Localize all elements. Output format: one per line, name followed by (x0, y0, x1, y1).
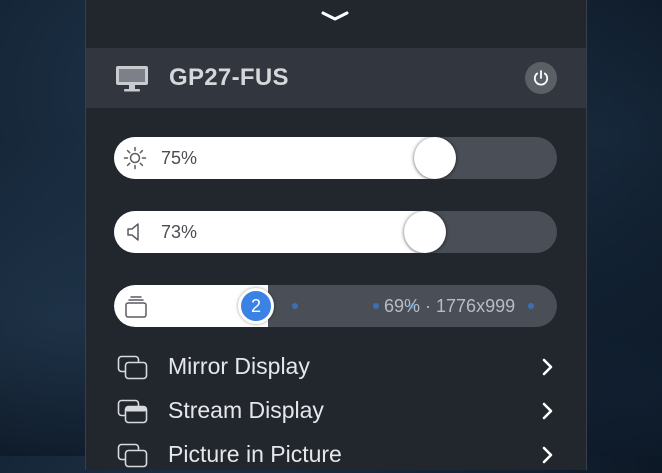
speaker-icon (127, 223, 139, 241)
brightness-value: 75% (161, 148, 198, 168)
brightness-slider-knob[interactable] (414, 137, 456, 179)
menu-item-mirror-display[interactable]: Mirror Display (114, 349, 557, 385)
menu-item-label: Mirror Display (168, 353, 310, 379)
display-control-panel: GP27-FUS 75% 73% 2 69% · 1776x999 Mirror… (85, 0, 587, 470)
resolution-step-dot[interactable] (292, 303, 298, 309)
chevron-right-icon (542, 446, 553, 464)
collapse-chevron-icon[interactable] (320, 8, 350, 24)
resolution-step-dot[interactable] (528, 303, 534, 309)
power-icon (533, 70, 549, 86)
resolution-stack-icon (125, 296, 147, 318)
menu-item-stream-display[interactable]: Stream Display (114, 393, 557, 429)
resolution-slider-knob[interactable]: 2 (238, 288, 274, 324)
resolution-summary: 69% · 1776x999 (384, 296, 516, 316)
power-button[interactable] (525, 62, 557, 94)
volume-slider[interactable]: 73% (114, 211, 557, 253)
stream-display-icon (117, 399, 148, 424)
resolution-step-dot[interactable] (373, 303, 379, 309)
menu-item-label: Stream Display (168, 397, 324, 423)
volume-value: 73% (161, 222, 198, 242)
resolution-slider[interactable]: 2 69% · 1776x999 (114, 285, 557, 327)
monitor-icon (116, 66, 148, 92)
brightness-slider[interactable]: 75% (114, 137, 557, 179)
menu-item-label: Picture in Picture (168, 441, 342, 467)
picture-in-picture-icon (117, 443, 148, 468)
brightness-icon (123, 146, 147, 170)
display-header: GP27-FUS (86, 48, 586, 108)
display-name: GP27-FUS (169, 64, 289, 91)
menu-item-picture-in-picture[interactable]: Picture in Picture (114, 437, 557, 473)
volume-slider-knob[interactable] (404, 211, 446, 253)
mirror-display-icon (117, 355, 148, 380)
chevron-right-icon (542, 402, 553, 420)
chevron-right-icon (542, 358, 553, 376)
